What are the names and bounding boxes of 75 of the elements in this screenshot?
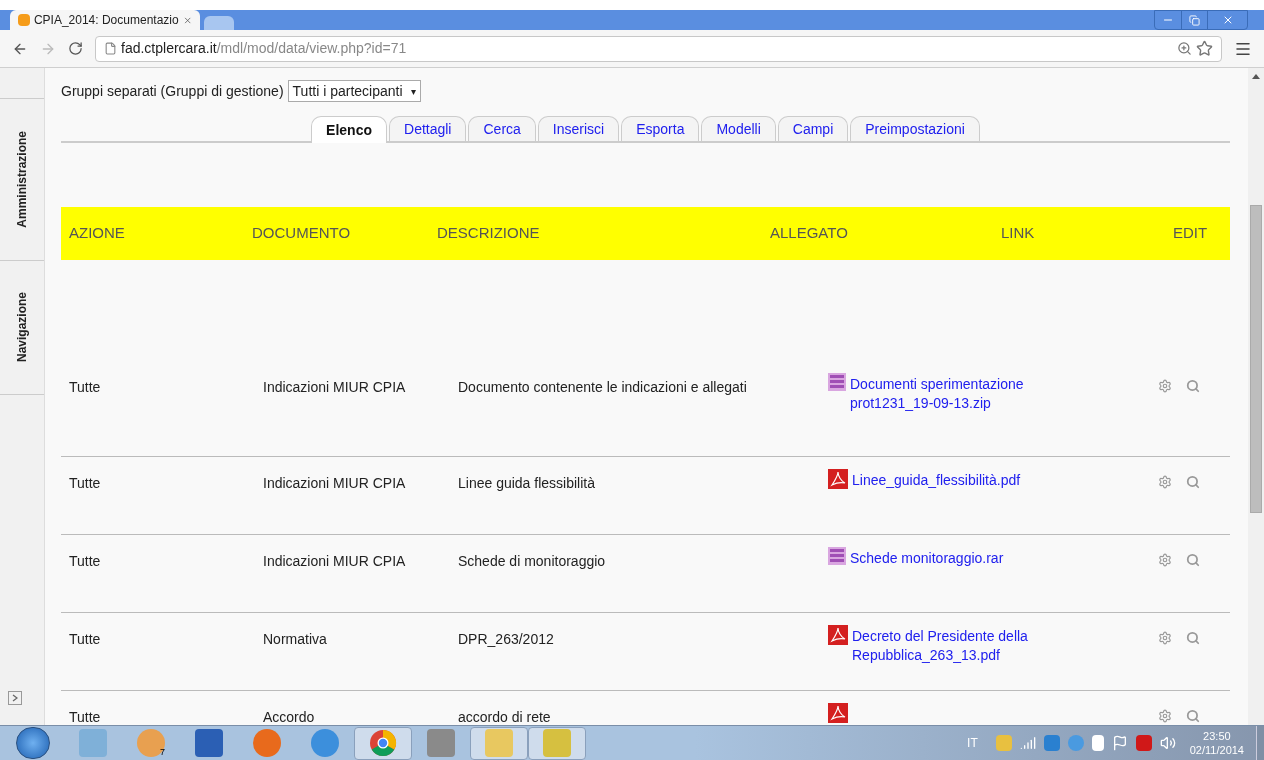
attachment-link[interactable]: Linee_guida_flessibilità.pdf xyxy=(852,469,1077,490)
expand-icon[interactable] xyxy=(8,691,22,705)
signal-icon[interactable] xyxy=(1019,735,1036,751)
scroll-up-icon[interactable] xyxy=(1252,74,1260,79)
address-field[interactable]: fad.ctplercara.it/mdl/mod/data/view.php?id=71 xyxy=(95,35,1222,62)
taskbar-button[interactable] xyxy=(354,726,412,760)
taskbar-button[interactable] xyxy=(528,726,586,760)
column-header: EDIT xyxy=(1172,223,1209,244)
tab[interactable]: Dettagli xyxy=(389,116,467,141)
table-cell-text: DPR_263/2012 xyxy=(458,630,555,649)
group-dropdown[interactable]: Tutti i partecipanti ▾ xyxy=(287,80,421,102)
browser-tab[interactable]: CPIA_2014: Documentazio xyxy=(10,10,200,30)
show-desktop-button[interactable] xyxy=(1256,726,1264,760)
settings-icon[interactable] xyxy=(1158,379,1172,393)
url-text: fad.ctplercara.it/mdl/mod/data/view.php?id=71 xyxy=(121,39,408,58)
table-cell-text: Linee guida flessibilità xyxy=(458,474,596,493)
table-cell-text: Documento contenente le indicazioni e allegati xyxy=(458,378,748,397)
attachment-link[interactable]: Schede monitoraggio.rar xyxy=(850,547,1075,568)
group-mode-label: Gruppi separati (Gruppi di gestione) xyxy=(61,81,284,101)
settings-icon[interactable] xyxy=(1158,475,1172,489)
table-cell-text: Indicazioni MIUR CPIA xyxy=(263,378,407,397)
table-cell-text: Tutte xyxy=(68,552,102,571)
settings-icon[interactable] xyxy=(1158,709,1172,723)
column-header: DOCUMENTO xyxy=(251,223,352,244)
tab[interactable]: Campi xyxy=(777,116,849,141)
restore-icon xyxy=(1189,14,1200,26)
window-count: 7 xyxy=(160,746,165,759)
table-cell-text: Tutte xyxy=(68,708,102,725)
scrollbar-thumb[interactable] xyxy=(1250,205,1262,513)
table-cell-text: Accordo xyxy=(263,708,316,725)
attachment-link[interactable]: Documenti sperimentazione prot1231_19-09-13.zip xyxy=(850,373,1075,413)
taskbar-button[interactable] xyxy=(470,726,528,760)
table-cell-text: Tutte xyxy=(68,378,102,397)
column-header: LINK xyxy=(1000,223,1036,244)
search-icon[interactable] xyxy=(1186,475,1200,489)
start-button[interactable] xyxy=(16,727,50,759)
pdf-icon xyxy=(828,625,848,645)
table-cell-text: Tutte xyxy=(68,630,102,649)
table-cell-text: accordo di rete xyxy=(458,708,552,725)
column-header: ALLEGATO xyxy=(769,223,849,244)
tab[interactable]: Cerca xyxy=(468,116,536,141)
chrome-icon[interactable] xyxy=(369,729,397,757)
search-icon[interactable] xyxy=(1186,709,1200,723)
tab[interactable]: Modelli xyxy=(701,116,776,141)
sidebar-block-tab[interactable]: Navigazione xyxy=(0,260,44,395)
pdf-icon xyxy=(828,469,848,489)
taskbar-button[interactable]: 7 xyxy=(122,726,180,760)
tab[interactable]: Preimpostazioni xyxy=(850,116,980,141)
table-cell-text: Tutte xyxy=(68,474,102,493)
table-cell-text: Schede di monitoraggio xyxy=(458,552,607,571)
archive-icon xyxy=(828,373,846,391)
table-cell-text: Indicazioni MIUR CPIA xyxy=(263,474,407,493)
tab[interactable]: Elenco xyxy=(311,116,387,143)
column-header: DESCRIZIONE xyxy=(436,223,541,244)
star-icon[interactable] xyxy=(1196,40,1213,57)
page-icon xyxy=(104,42,117,55)
settings-icon[interactable] xyxy=(1158,553,1172,567)
archive-icon xyxy=(828,547,846,565)
column-header: AZIONE xyxy=(68,223,126,244)
tab[interactable]: Esporta xyxy=(621,116,700,141)
tab-title: CPIA_2014: Documentazio xyxy=(33,12,179,29)
search-icon[interactable] xyxy=(1186,631,1200,645)
table-cell-text: Indicazioni MIUR CPIA xyxy=(263,552,407,571)
tab[interactable]: Inserisci xyxy=(537,116,620,141)
attachment-link[interactable]: Decreto del Presidente della Repubblica_263_13.pdf xyxy=(852,625,1077,665)
sidebar-block-tab[interactable]: Amministrazione xyxy=(0,98,44,260)
reload-icon[interactable] xyxy=(68,41,83,56)
search-icon[interactable] xyxy=(1186,379,1200,393)
flag-icon[interactable] xyxy=(1111,735,1128,751)
zoom-icon[interactable] xyxy=(1177,41,1192,56)
table-cell-text: Normativa xyxy=(263,630,328,649)
volume-icon[interactable] xyxy=(1159,735,1176,751)
settings-icon[interactable] xyxy=(1158,631,1172,645)
search-icon[interactable] xyxy=(1186,553,1200,567)
new-tab-button[interactable] xyxy=(204,16,234,30)
